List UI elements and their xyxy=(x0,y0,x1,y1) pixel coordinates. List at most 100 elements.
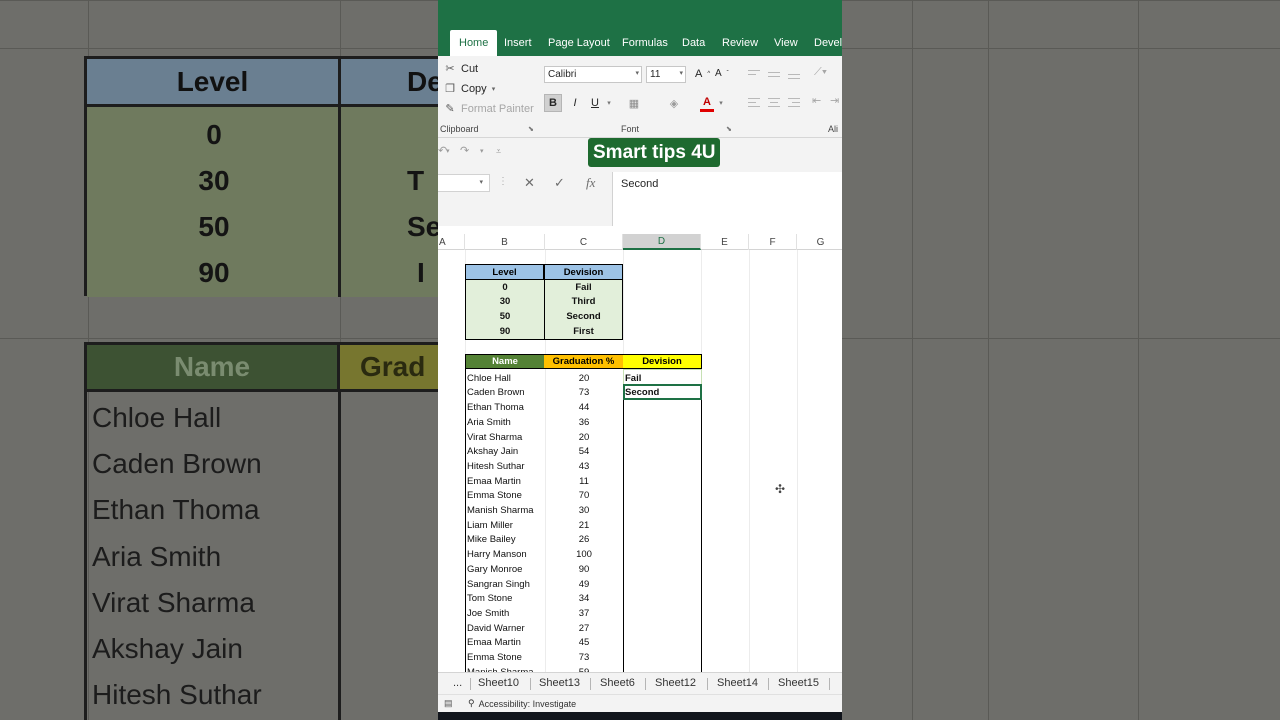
tab-developer[interactable]: Devel xyxy=(814,30,842,56)
tab-view[interactable]: View xyxy=(774,30,798,56)
orientation-icon[interactable]: ⟋▾ xyxy=(814,66,827,79)
student-name-cell[interactable]: Manish Sharma xyxy=(467,665,545,672)
graduation-cell[interactable]: 73 xyxy=(545,386,623,401)
devision-cell[interactable]: Second xyxy=(625,386,701,401)
function-icon[interactable]: fx xyxy=(586,175,595,191)
level-value[interactable]: 0 xyxy=(466,280,544,295)
graduation-cell[interactable]: 20 xyxy=(545,430,623,445)
font-name-select[interactable]: Calibri ▾ xyxy=(544,66,642,83)
decrease-indent-icon[interactable]: ⇤ xyxy=(812,94,821,107)
graduation-cell[interactable]: 11 xyxy=(545,474,623,489)
devision-cell[interactable] xyxy=(625,650,701,665)
student-name-cell[interactable]: Mike Bailey xyxy=(467,533,545,548)
chevron-down-icon[interactable]: ▾ xyxy=(716,94,726,112)
graduation-cell[interactable]: 59 xyxy=(545,665,623,672)
chevron-down-icon[interactable]: ▾ xyxy=(604,94,614,112)
student-name-cell[interactable]: Tom Stone xyxy=(467,592,545,607)
devision-value[interactable]: Fail xyxy=(545,280,622,295)
italic-button[interactable]: I xyxy=(568,94,582,112)
sheet-tab[interactable]: Sheet10 xyxy=(478,673,519,693)
column-header[interactable]: C xyxy=(545,234,623,250)
tab-review[interactable]: Review xyxy=(722,30,758,56)
borders-icon[interactable]: ▦ xyxy=(626,94,642,112)
column-header[interactable]: E xyxy=(701,234,749,250)
devision-cell[interactable] xyxy=(625,621,701,636)
sheet-tab[interactable]: Sheet15 xyxy=(778,673,819,693)
more-sheets-button[interactable]: ... xyxy=(453,673,462,693)
devision-cell[interactable] xyxy=(625,606,701,621)
devision-cell[interactable] xyxy=(625,636,701,651)
devision-value[interactable]: Third xyxy=(545,295,622,310)
student-name-cell[interactable]: Virat Sharma xyxy=(467,430,545,445)
graduation-cell[interactable]: 30 xyxy=(545,503,623,518)
devision-cell[interactable] xyxy=(625,533,701,548)
level-value[interactable]: 90 xyxy=(466,324,544,339)
graduation-cell[interactable]: 37 xyxy=(545,606,623,621)
column-header[interactable]: A xyxy=(438,234,465,250)
sheet-tab[interactable]: Sheet14 xyxy=(717,673,758,693)
student-name-cell[interactable]: Harry Manson xyxy=(467,547,545,562)
customize-qat-icon[interactable]: ⩡ xyxy=(496,146,501,157)
dialog-launcher-icon[interactable]: ⬊ xyxy=(726,125,732,133)
name-box[interactable]: ▾ xyxy=(438,174,490,192)
graduation-cell[interactable]: 45 xyxy=(545,636,623,651)
graduation-cell[interactable]: 49 xyxy=(545,577,623,592)
tab-formulas[interactable]: Formulas xyxy=(622,30,668,56)
devision-cell[interactable] xyxy=(625,459,701,474)
tab-insert[interactable]: Insert xyxy=(504,30,532,56)
chevron-down-icon[interactable]: ▾ xyxy=(446,147,450,155)
sheet-tab[interactable]: Sheet13 xyxy=(539,673,580,693)
cut-button[interactable]: ✂ Cut xyxy=(444,62,478,76)
student-name-cell[interactable]: Emma Stone xyxy=(467,650,545,665)
sheet-tab[interactable]: Sheet12 xyxy=(655,673,696,693)
devision-cell[interactable] xyxy=(625,400,701,415)
devision-cell[interactable] xyxy=(625,503,701,518)
graduation-cell[interactable]: 100 xyxy=(545,547,623,562)
devision-cell[interactable]: Fail xyxy=(625,371,701,386)
student-name-cell[interactable]: Chloe Hall xyxy=(467,371,545,386)
redo-icon[interactable]: ↷ xyxy=(460,144,469,157)
graduation-cell[interactable]: 54 xyxy=(545,445,623,460)
devision-cell[interactable] xyxy=(625,547,701,562)
column-header[interactable]: F xyxy=(749,234,797,250)
student-name-cell[interactable]: Sangran Singh xyxy=(467,577,545,592)
fill-color-icon[interactable]: ◈ xyxy=(666,94,682,112)
student-name-cell[interactable]: Emaa Martin xyxy=(467,636,545,651)
devision-cell[interactable] xyxy=(625,430,701,445)
graduation-cell[interactable]: 44 xyxy=(545,400,623,415)
student-name-cell[interactable]: Aria Smith xyxy=(467,415,545,430)
student-name-cell[interactable]: Ethan Thoma xyxy=(467,400,545,415)
devision-cell[interactable] xyxy=(625,592,701,607)
graduation-cell[interactable]: 43 xyxy=(545,459,623,474)
graduation-cell[interactable]: 27 xyxy=(545,621,623,636)
grow-font-button[interactable]: A ^ xyxy=(695,68,710,80)
devision-cell[interactable] xyxy=(625,577,701,592)
increase-indent-icon[interactable]: ⇥ xyxy=(830,94,839,107)
column-header[interactable]: B xyxy=(465,234,545,250)
dialog-launcher-icon[interactable]: ⬊ xyxy=(528,125,534,133)
font-size-select[interactable]: 11 ▾ xyxy=(646,66,686,83)
tab-page-layout[interactable]: Page Layout xyxy=(548,30,610,56)
student-name-cell[interactable]: Emma Stone xyxy=(467,489,545,504)
bold-button[interactable]: B xyxy=(544,94,562,112)
graduation-cell[interactable]: 20 xyxy=(545,371,623,386)
accessibility-status[interactable]: ⚲ Accessibility: Investigate xyxy=(468,698,576,709)
column-header-selected[interactable]: D xyxy=(623,234,701,250)
level-value[interactable]: 50 xyxy=(466,309,544,324)
devision-value[interactable]: First xyxy=(545,324,622,339)
font-color-button[interactable]: A xyxy=(700,94,714,112)
shrink-font-button[interactable]: Aˇ xyxy=(715,68,729,79)
graduation-cell[interactable]: 34 xyxy=(545,592,623,607)
student-name-cell[interactable]: Liam Miller xyxy=(467,518,545,533)
format-painter-button[interactable]: ✎ Format Painter xyxy=(444,102,533,116)
devision-value[interactable]: Second xyxy=(545,309,622,324)
graduation-cell[interactable]: 26 xyxy=(545,533,623,548)
devision-cell[interactable] xyxy=(625,415,701,430)
graduation-cell[interactable]: 70 xyxy=(545,489,623,504)
level-value[interactable]: 30 xyxy=(466,295,544,310)
graduation-cell[interactable]: 73 xyxy=(545,650,623,665)
worksheet-grid[interactable]: Level Devision 0 Fail 30 Third 50 Second 90 Fir… xyxy=(438,250,842,672)
enter-icon[interactable]: ✓ xyxy=(554,175,565,191)
cancel-icon[interactable]: ✕ xyxy=(524,175,535,191)
chevron-down-icon[interactable]: ▾ xyxy=(480,147,484,155)
